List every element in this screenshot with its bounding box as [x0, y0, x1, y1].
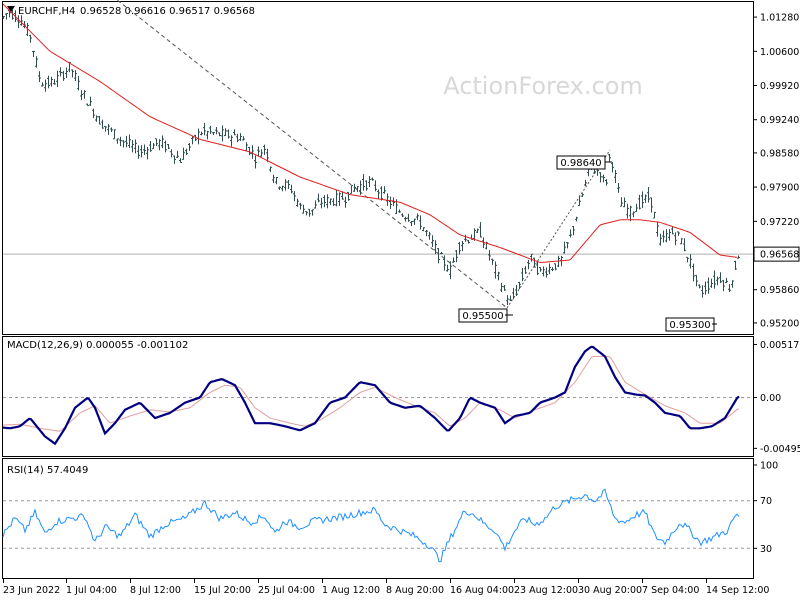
x-tick-label: 23 Aug 12:00	[514, 585, 578, 596]
x-tick-label: 25 Jul 04:00	[258, 585, 315, 596]
macd-tick-label: 0.005171	[760, 340, 800, 351]
watermark: ActionForex.com	[443, 72, 643, 100]
price-bars	[2, 8, 740, 306]
price-panel-frame	[2, 1, 754, 335]
price-tick-label: 0.95200	[760, 318, 799, 329]
x-tick-label: 7 Sep 04:00	[642, 585, 699, 596]
price-tick-label: 0.95860	[760, 285, 799, 296]
macd-lines	[2, 345, 740, 446]
rsi-grid	[3, 500, 753, 549]
x-tick-label: 16 Aug 04:00	[450, 585, 514, 596]
price-axis: 1.01280 1.00600 0.99920 0.99240 0.98580 0.979…	[753, 13, 800, 329]
x-tick-label: 15 Jul 20:00	[194, 585, 251, 596]
macd-line	[2, 345, 740, 446]
rsi-axis: 100 70 30	[753, 461, 778, 555]
annotations: 0.98640 0.95500 0.95300	[458, 155, 717, 332]
x-tick-label: 8 Jul 12:00	[130, 585, 181, 596]
chart-window: ActionForex.com EURCHF,H4 0.96528 0.9661…	[0, 0, 800, 600]
price-tick-label: 0.97220	[760, 217, 799, 228]
price-tick-label: 1.01280	[760, 13, 799, 24]
macd-axis: 0.005171 0.00 -0.004954	[753, 340, 800, 455]
x-tick-label: 1 Jul 04:00	[66, 585, 117, 596]
x-axis: 23 Jun 2022 1 Jul 04:00 8 Jul 12:00 15 Jul …	[3, 579, 769, 596]
rsi-lines	[2, 488, 740, 563]
x-tick-label: 8 Aug 20:00	[386, 585, 444, 596]
x-tick-label: 23 Jun 2022	[3, 585, 60, 596]
annotation-label: 0.95500	[462, 311, 503, 322]
rsi-tick-label: 100	[760, 461, 778, 472]
ohlc-readout: 0.96528 0.96616 0.96517 0.96568	[80, 6, 255, 17]
macd-tick-label: 0.00	[760, 393, 781, 404]
price-tick-label: 0.98580	[760, 148, 799, 159]
price-tick-label: 0.99240	[760, 115, 799, 126]
rsi-label: RSI(14) 57.4049	[7, 465, 88, 476]
rsi-line	[2, 488, 740, 563]
rsi-tick-label: 70	[760, 496, 772, 507]
x-tick-label: 30 Aug 20:00	[578, 585, 642, 596]
price-tick-label: 0.97900	[760, 183, 799, 194]
price-tick-label: 0.99920	[760, 81, 799, 92]
annotation-label: 0.95300	[669, 320, 710, 331]
rsi-panel-frame	[2, 458, 754, 579]
price-tick-label: 1.00600	[760, 47, 799, 58]
macd-tick-label: -0.004954	[760, 444, 800, 455]
price-tick-label: 0.96568	[760, 250, 799, 261]
x-tick-label: 1 Aug 12:00	[322, 585, 380, 596]
chart-canvas: ActionForex.com EURCHF,H4 0.96528 0.9661…	[2, 0, 800, 596]
rsi-tick-label: 30	[760, 544, 772, 555]
x-tick-label: 14 Sep 12:00	[706, 585, 769, 596]
symbol-timeframe: EURCHF,H4	[18, 6, 75, 17]
macd-panel-frame	[2, 336, 754, 457]
ma-line	[2, 3, 738, 264]
annotation-label: 0.98640	[560, 158, 601, 169]
macd-label: MACD(12,26,9) 0.000055 -0.001102	[7, 340, 188, 351]
moving-average	[2, 3, 738, 264]
